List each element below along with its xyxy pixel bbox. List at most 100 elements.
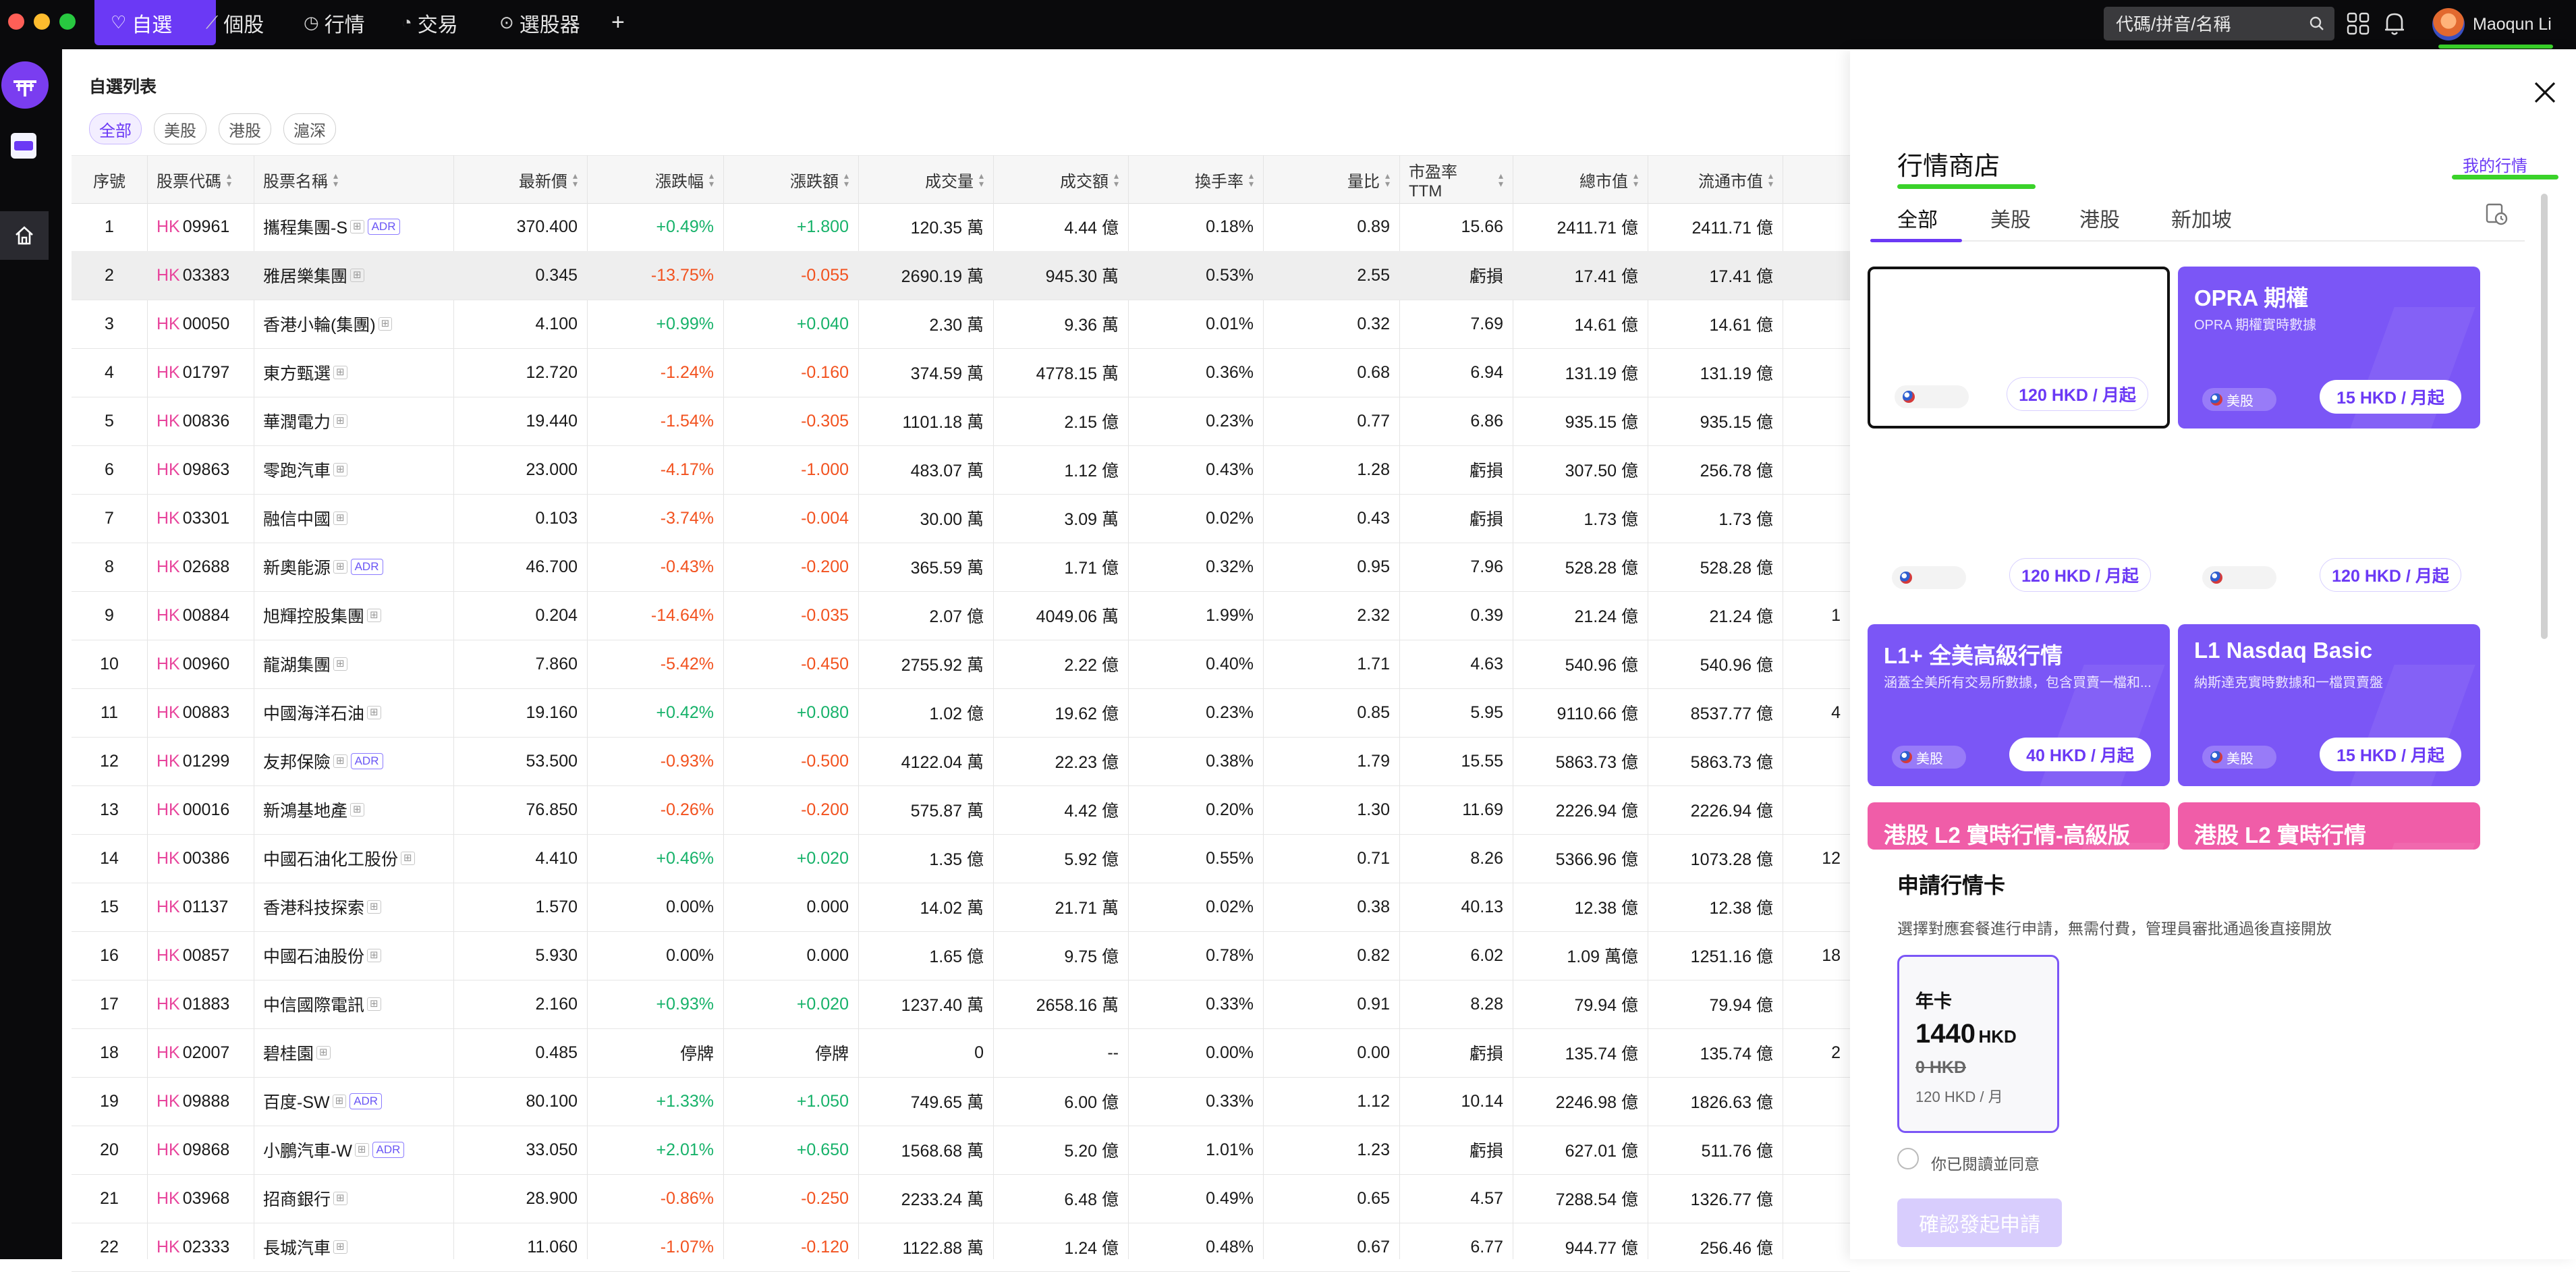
column-header[interactable]: 成交額 ▴ ▾: [1003, 156, 1119, 203]
table-row[interactable]: 16 HK 00857 中國石油股份 ⊞ 5.930 0.00% 0.000 1.65 億 9.7…: [72, 931, 1850, 980]
table-row[interactable]: 8 HK 02688 新奧能源 ⊞ ADR 46.700 -0.43% -0.200 365.59…: [72, 543, 1850, 592]
filter-a-share[interactable]: 滬深: [283, 113, 336, 144]
sort-icon[interactable]: ▴ ▾: [1249, 171, 1254, 188]
sort-icon[interactable]: ▴ ▾: [1633, 171, 1638, 188]
cell-vol: 2690.19 萬: [901, 267, 984, 286]
org-badge-icon[interactable]: [11, 133, 36, 159]
cell-pe: 虧損: [1469, 462, 1503, 480]
cell-float: 256.78 億: [1700, 462, 1773, 480]
maximize-window-button[interactable]: [59, 13, 76, 30]
tab-stock[interactable]: ⟋ 個股: [206, 0, 264, 45]
table-row[interactable]: 3 HK 00050 香港小輪(集團) ⊞ 4.100 +0.99% +0.040 2.30 萬…: [72, 300, 1850, 349]
price-button[interactable]: 15 HKD / 月起: [2320, 380, 2461, 414]
sort-icon[interactable]: ▴ ▾: [979, 171, 984, 188]
sidebar-item-home[interactable]: [0, 211, 49, 260]
product-card[interactable]: L1 Nasdaq Basic 納斯達克實時數據和一檔買賣盤 美股 15 HKD / …: [2178, 624, 2480, 786]
table-row[interactable]: 11 HK 00883 中國海洋石油 ⊞ 19.160 +0.42% +0.080 1.02 億…: [72, 688, 1850, 738]
table-row[interactable]: 15 HK 01137 香港科技探索 ⊞ 1.570 0.00% 0.000 14.02 萬 21…: [72, 883, 1850, 932]
user-name[interactable]: Maoqun Li: [2473, 15, 2552, 34]
column-header[interactable]: 股票名稱 ▴ ▾: [263, 156, 444, 203]
column-header[interactable]: 流通市值 ▴ ▾: [1657, 156, 1773, 203]
product-card[interactable]: L1+ 全美高級行情 涵蓋全美所有交易所數據，包含買賣一檔和... 美股 40 HKD…: [1868, 624, 2170, 786]
sort-icon[interactable]: ▴ ▾: [709, 171, 714, 188]
panel-tab-hk[interactable]: 港股: [2079, 203, 2120, 233]
close-window-button[interactable]: [8, 13, 24, 30]
table-row[interactable]: 7 HK 03301 融信中國 ⊞ 0.103 -3.74% -0.004 30.00 萬 3.0…: [72, 494, 1850, 543]
cell-turnover: 0.33%: [1206, 994, 1254, 1014]
sort-icon[interactable]: ▴ ▾: [1499, 171, 1503, 188]
sort-icon[interactable]: ▴ ▾: [1114, 171, 1119, 188]
search-input[interactable]: [2115, 7, 2299, 42]
table-row[interactable]: 5 HK 00836 華潤電力 ⊞ 19.440 -1.54% -0.305 1101.18 萬…: [72, 397, 1850, 446]
panel-tab-all[interactable]: 全部: [1897, 203, 1938, 233]
price-button[interactable]: 40 HKD / 月起: [2009, 738, 2151, 771]
filter-us[interactable]: 美股: [154, 113, 206, 144]
price-button[interactable]: 120 HKD / 月起: [2007, 377, 2148, 411]
apps-grid-icon[interactable]: [2347, 12, 2370, 35]
tab-trade[interactable]: ◔ 交易: [401, 0, 458, 45]
sort-icon[interactable]: ▴ ▾: [573, 171, 578, 188]
product-card[interactable]: 港股 L2 實時行情: [2178, 802, 2480, 850]
panel-tab-sg[interactable]: 新加坡: [2171, 203, 2232, 233]
sort-icon[interactable]: ▴ ▾: [227, 171, 231, 188]
column-header[interactable]: 市盈率 TTM ▴ ▾: [1409, 156, 1503, 203]
product-card[interactable]: 120 HKD / 月起: [2178, 445, 2480, 607]
product-card[interactable]: 港股 L2 實時行情-高級版: [1868, 802, 2170, 850]
column-header[interactable]: 成交量 ▴ ▾: [868, 156, 984, 203]
column-header[interactable]: 股票代碼 ▴ ▾: [157, 156, 244, 203]
table-row[interactable]: 1 HK 09961 攜程集團-S ⊞ ADR 370.400 +0.49% +1.800 120…: [72, 202, 1850, 252]
product-card[interactable]: 120 HKD / 月起: [1868, 267, 2170, 428]
table-row[interactable]: 6 HK 09863 零跑汽車 ⊞ 23.000 -4.17% -1.000 483.07 萬 1…: [72, 445, 1850, 495]
search-icon[interactable]: [2309, 16, 2325, 32]
table-row[interactable]: 2 HK 03383 雅居樂集團 ⊞ 0.345 -13.75% -0.055 2690.19 …: [72, 251, 1850, 300]
close-icon[interactable]: [2531, 79, 2558, 106]
filter-hk[interactable]: 港股: [219, 113, 271, 144]
confirm-apply-button[interactable]: 確認發起申請: [1897, 1198, 2062, 1247]
column-header[interactable]: 總市值 ▴ ▾: [1522, 156, 1638, 203]
add-tab-button[interactable]: +: [611, 0, 625, 45]
bell-icon[interactable]: [2383, 11, 2406, 36]
tab-watchlist[interactable]: ♡ 自選: [94, 0, 216, 45]
product-card[interactable]: 120 HKD / 月起: [1868, 445, 2170, 607]
product-card[interactable]: OPRA 期權 OPRA 期權實時數據 美股 15 HKD / 月起: [2178, 267, 2480, 428]
column-header[interactable]: 最新價 ▴ ▾: [463, 156, 578, 203]
table-row[interactable]: 19 HK 09888 百度-SW ⊞ ADR 80.100 +1.33% +1.050 749.…: [72, 1077, 1850, 1126]
order-history-icon[interactable]: [2484, 202, 2509, 226]
sort-icon[interactable]: ▴ ▾: [333, 171, 338, 188]
table-row[interactable]: 9 HK 00884 旭輝控股集團 ⊞ 0.204 -14.64% -0.035 2.07 億 4…: [72, 591, 1850, 640]
table-row[interactable]: 17 HK 01883 中信國際電訊 ⊞ 2.160 +0.93% +0.020 1237.40…: [72, 980, 1850, 1029]
table-row[interactable]: 22 HK 02333 長城汽車 ⊞ 11.060 -1.07% -0.120 1122.88 …: [72, 1223, 1850, 1272]
minimize-window-button[interactable]: [34, 13, 50, 30]
app-logo[interactable]: [1, 61, 49, 109]
table-row[interactable]: 12 HK 01299 友邦保險 ⊞ ADR 53.500 -0.93% -0.500 4122.…: [72, 737, 1850, 786]
us-flag-icon: [2210, 751, 2222, 763]
tab-market[interactable]: ◷ 行情: [304, 0, 365, 45]
stock-code-cell: HK 00884: [157, 591, 244, 640]
table-row[interactable]: 20 HK 09868 小鵬汽車-W ⊞ ADR 33.050 +2.01% +0.650 156…: [72, 1126, 1850, 1175]
sort-icon[interactable]: ▴ ▾: [1768, 171, 1773, 188]
price-button[interactable]: 120 HKD / 月起: [2320, 558, 2461, 592]
panel-tab-us[interactable]: 美股: [1990, 203, 2031, 233]
my-market-link[interactable]: 我的行情: [2463, 153, 2527, 176]
sort-icon[interactable]: ▴ ▾: [1385, 171, 1390, 188]
scrollbar[interactable]: [2541, 194, 2548, 639]
column-header[interactable]: 漲跌額 ▴ ▾: [733, 156, 849, 203]
table-row[interactable]: 4 HK 01797 東方甄選 ⊞ 12.720 -1.24% -0.160 374.59 萬 4…: [72, 348, 1850, 397]
column-header[interactable]: 漲跌幅 ▴ ▾: [596, 156, 714, 203]
table-row[interactable]: 10 HK 00960 龍湖集團 ⊞ 7.860 -5.42% -0.450 2755.92 萬…: [72, 640, 1850, 689]
filter-all[interactable]: 全部: [89, 113, 142, 144]
search-box[interactable]: [2104, 7, 2334, 42]
column-header[interactable]: 量比 ▴ ▾: [1272, 156, 1390, 203]
price-button[interactable]: 15 HKD / 月起: [2320, 738, 2461, 771]
agree-checkbox[interactable]: [1897, 1148, 1919, 1169]
table-row[interactable]: 14 HK 00386 中國石油化工股份 ⊞ 4.410 +0.46% +0.020 1.35 …: [72, 834, 1850, 883]
table-row[interactable]: 13 HK 00016 新鴻基地產 ⊞ 76.850 -0.26% -0.200 575.87 …: [72, 785, 1850, 835]
price-button[interactable]: 120 HKD / 月起: [2009, 558, 2151, 592]
table-row[interactable]: 18 HK 02007 碧桂園 ⊞ 0.485 停牌 停牌 0 -- 0.00% 0.00 虧損 135.…: [72, 1028, 1850, 1078]
table-row[interactable]: 21 HK 03968 招商銀行 ⊞ 28.900 -0.86% -0.250 2233.24 …: [72, 1174, 1850, 1223]
plan-card-annual[interactable]: 年卡 1440 HKD 0 HKD 120 HKD / 月: [1897, 955, 2059, 1133]
tab-screener[interactable]: ⊙ 選股器: [499, 0, 580, 45]
avatar[interactable]: [2432, 8, 2465, 40]
sort-icon[interactable]: ▴ ▾: [844, 171, 849, 188]
column-header[interactable]: 換手率 ▴ ▾: [1138, 156, 1254, 203]
